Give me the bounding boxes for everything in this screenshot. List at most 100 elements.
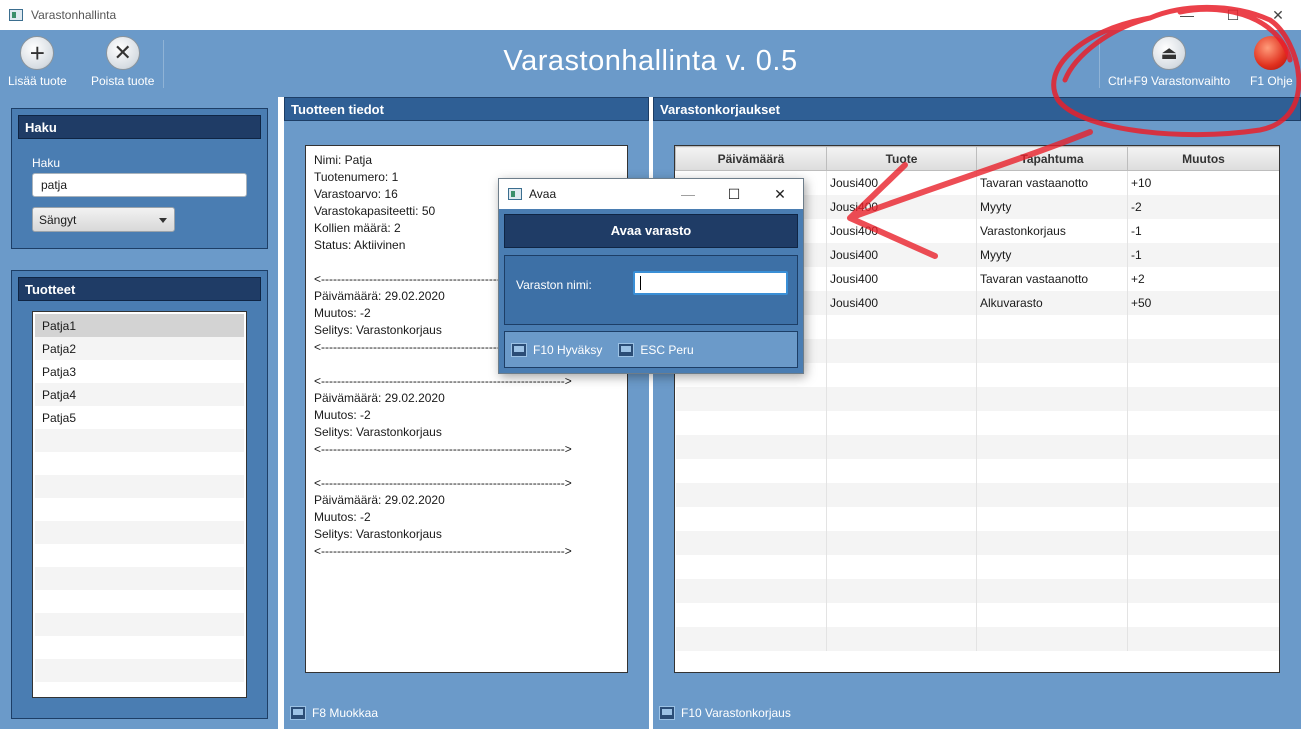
table-cell	[1127, 362, 1279, 387]
adjustments-footer: F10 Varastonkorjaus	[653, 697, 1301, 729]
table-cell	[1127, 410, 1279, 435]
toolbar: + Lisää tuote ✕ Poista tuote Varastonhal…	[0, 30, 1301, 97]
table-row[interactable]	[675, 554, 1279, 579]
help-icon	[1254, 36, 1289, 70]
table-cell: Jousi400	[826, 290, 977, 315]
table-cell	[976, 530, 1128, 555]
cancel-label: ESC Peru	[640, 342, 694, 357]
table-cell	[976, 362, 1128, 387]
table-cell	[826, 338, 977, 363]
list-item[interactable]	[35, 521, 244, 544]
table-cell	[826, 386, 977, 411]
minimize-button[interactable]: —	[665, 179, 711, 209]
warehouse-name-label: Varaston nimi:	[516, 278, 592, 292]
maximize-button[interactable]: ☐	[1210, 0, 1256, 30]
list-item[interactable]	[35, 475, 244, 498]
search-input[interactable]: patja	[32, 173, 247, 197]
adjustment-shortcut[interactable]: F10 Varastonkorjaus	[681, 706, 791, 720]
warehouse-name-input[interactable]	[633, 271, 788, 295]
table-cell: Alkuvarasto	[976, 290, 1128, 315]
table-cell: -2	[1127, 194, 1279, 219]
close-button[interactable]: ✕	[757, 179, 803, 209]
list-item[interactable]	[35, 429, 244, 452]
app-title: Varastonhallinta v. 0.5	[503, 45, 798, 77]
table-row[interactable]	[675, 386, 1279, 411]
confirm-button[interactable]: F10 Hyväksy	[511, 342, 603, 357]
table-cell	[1127, 386, 1279, 411]
computer-icon	[618, 342, 635, 357]
edit-shortcut[interactable]: F8 Muokkaa	[312, 706, 378, 720]
left-panel: Haku Haku patja Sängyt Tuotteet Patja1 Pa…	[0, 97, 278, 729]
table-cell	[1127, 338, 1279, 363]
table-cell	[675, 530, 827, 555]
table-cell: Jousi400	[826, 194, 977, 219]
list-item[interactable]: Patja5	[35, 406, 244, 429]
table-row[interactable]	[675, 410, 1279, 435]
table-cell	[976, 554, 1128, 579]
computer-icon	[511, 342, 527, 357]
list-item[interactable]	[35, 636, 244, 659]
table-cell	[1127, 626, 1279, 651]
list-item[interactable]	[35, 452, 244, 475]
table-row[interactable]	[675, 482, 1279, 507]
column-header[interactable]: Tuote	[826, 146, 977, 171]
list-item[interactable]: Patja3	[35, 360, 244, 383]
column-header[interactable]: Muutos	[1127, 146, 1279, 171]
table-cell: +10	[1127, 170, 1279, 195]
products-list[interactable]: Patja1 Patja2 Patja3 Patja4 Patja5	[32, 311, 247, 698]
window-titlebar: Varastonhallinta — ☐ ✕	[0, 0, 1301, 30]
table-cell: Varastonkorjaus	[976, 218, 1128, 243]
dialog-title: Avaa	[529, 187, 557, 201]
table-row[interactable]	[675, 506, 1279, 531]
table-cell	[1127, 530, 1279, 555]
help-label: F1 Ohje	[1250, 74, 1293, 88]
category-select[interactable]: Sängyt	[32, 207, 175, 232]
column-header[interactable]: Tapahtuma	[976, 146, 1128, 171]
list-item[interactable]	[35, 682, 244, 697]
table-row[interactable]	[675, 602, 1279, 627]
table-cell	[675, 410, 827, 435]
list-item[interactable]: Patja1	[35, 314, 244, 337]
table-row[interactable]	[675, 458, 1279, 483]
table-cell	[1127, 482, 1279, 507]
table-row[interactable]	[675, 626, 1279, 651]
dialog-body: Varaston nimi:	[504, 255, 798, 325]
table-row[interactable]	[675, 578, 1279, 603]
help-button[interactable]: F1 Ohje	[1250, 36, 1293, 88]
cancel-button[interactable]: ESC Peru	[618, 342, 694, 357]
list-item[interactable]: Patja2	[35, 337, 244, 360]
list-item[interactable]	[35, 613, 244, 636]
search-header: Haku	[18, 115, 261, 139]
maximize-button[interactable]: ☐	[711, 179, 757, 209]
table-row[interactable]	[675, 434, 1279, 459]
table-cell: -1	[1127, 218, 1279, 243]
table-cell	[675, 434, 827, 459]
list-item[interactable]	[35, 590, 244, 613]
chevron-down-icon	[159, 218, 167, 223]
table-cell	[675, 554, 827, 579]
dialog-header: Avaa varasto	[504, 214, 798, 248]
list-item[interactable]: Patja4	[35, 383, 244, 406]
table-cell	[976, 434, 1128, 459]
window-title: Varastonhallinta	[31, 8, 117, 22]
list-item[interactable]	[35, 544, 244, 567]
table-cell	[826, 314, 977, 339]
table-cell: -1	[1127, 242, 1279, 267]
switch-warehouse-button[interactable]: ⏏ Ctrl+F9 Varastonvaihto	[1108, 36, 1230, 88]
minimize-button[interactable]: —	[1164, 0, 1210, 30]
list-item[interactable]	[35, 567, 244, 590]
table-cell	[826, 626, 977, 651]
app-icon	[508, 188, 522, 200]
table-cell	[1127, 506, 1279, 531]
list-item[interactable]	[35, 498, 244, 521]
confirm-label: F10 Hyväksy	[533, 342, 603, 357]
close-button[interactable]: ✕	[1255, 0, 1301, 30]
table-cell	[976, 386, 1128, 411]
column-header[interactable]: Päivämäärä	[675, 146, 827, 171]
table-cell: Jousi400	[826, 242, 977, 267]
table-row[interactable]	[675, 530, 1279, 555]
list-item[interactable]	[35, 659, 244, 682]
adjustments-header: Varastonkorjaukset	[653, 97, 1301, 121]
table-cell	[976, 458, 1128, 483]
table-cell	[826, 362, 977, 387]
